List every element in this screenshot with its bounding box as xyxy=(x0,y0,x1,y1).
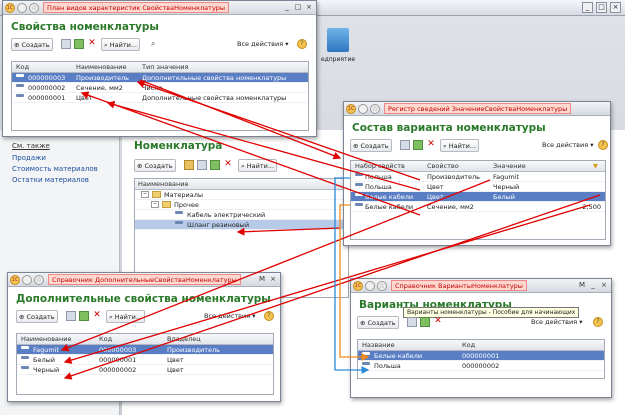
arrow-line xyxy=(139,79,342,160)
annotation-arrows xyxy=(60,79,601,380)
arrow-line xyxy=(60,179,491,352)
arrow-line xyxy=(236,227,341,236)
arrow-line xyxy=(63,194,601,380)
arrow-line xyxy=(80,91,421,216)
arrow-line xyxy=(106,100,421,191)
arrow-line xyxy=(136,80,421,181)
arrow-line xyxy=(339,204,370,361)
